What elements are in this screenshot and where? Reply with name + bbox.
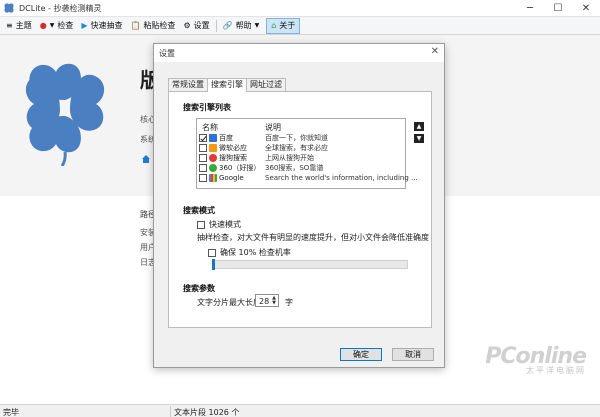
maximize-icon[interactable]: ☐ <box>544 0 572 17</box>
rate-slider-thumb[interactable] <box>212 259 215 270</box>
google-icon <box>209 174 217 182</box>
gear-icon: ⚙ <box>183 20 191 30</box>
app-icon <box>4 3 14 13</box>
window-title: DCLite - 抄袭检测精灵 <box>19 3 102 13</box>
play-icon: ▶ <box>81 20 88 30</box>
toolbar-separator <box>215 19 217 32</box>
toolbar: ≡ 主题 ● ▼ 检查 ▶ 快速抽查 📋 粘贴检查 ⚙ 设置 🔗 帮助 ▼ ⌂ … <box>0 17 600 35</box>
tab-general[interactable]: 常规设置 <box>168 78 208 91</box>
engine-checkbox[interactable] <box>199 174 207 182</box>
fast-mode-box[interactable] <box>197 220 205 229</box>
search-params-heading: 搜索参数 <box>183 284 215 293</box>
engine-checkbox[interactable] <box>199 164 207 172</box>
col-name-header: 名称 <box>202 123 218 132</box>
engine-row-360[interactable]: 360（好搜） 360搜索，SO靠谱 <box>199 163 403 173</box>
status-bar: 完毕 文本片段 1026 个 <box>0 404 600 417</box>
minimize-icon[interactable]: ─ <box>516 0 544 17</box>
settings-dialog: 设置 ✕ 常规设置 搜索引擎 网址过滤 搜索引擎列表 名称 说明 百度 百度一下… <box>153 43 445 368</box>
engine-desc: 上网从搜狗开始 <box>265 154 314 162</box>
record-icon: ● <box>39 20 47 30</box>
dialog-title-bar: 设置 ✕ <box>154 44 444 62</box>
menu-icon: ≡ <box>6 20 13 30</box>
engine-desc: Search the world's information, includin… <box>265 174 418 182</box>
ensure-rate-checkbox[interactable]: 确保 10% 检查机率 <box>208 247 291 258</box>
engine-checkbox[interactable] <box>199 134 207 142</box>
dropdown-icon[interactable]: ▼ <box>50 22 55 30</box>
ensure-rate-label: 确保 10% 检查机率 <box>220 248 291 257</box>
check-label: 检查 <box>57 21 74 30</box>
spin-arrows-icon[interactable]: ▲ ▼ <box>271 296 277 306</box>
status-separator <box>170 406 171 417</box>
check-button[interactable]: ● ▼ 检查 <box>36 18 78 34</box>
cancel-button[interactable]: 取消 <box>392 348 434 361</box>
close-icon[interactable]: ✕ <box>431 46 439 57</box>
fragment-length-label: 文字分片最大长度 <box>197 298 261 307</box>
col-desc-header: 说明 <box>265 123 281 132</box>
link-icon: 🔗 <box>222 20 233 30</box>
fragment-count: 文本片段 1026 个 <box>174 408 240 417</box>
engine-row-sogou[interactable]: 搜狗搜索 上网从搜狗开始 <box>199 153 403 163</box>
fragment-length-stepper[interactable]: 28 ▲ ▼ <box>255 294 279 307</box>
clipboard-icon: 📋 <box>130 20 141 30</box>
fast-mode-note: 抽样检查，对大文件有明显的速度提升，但对小文件会降低准确度 <box>197 233 429 242</box>
search-mode-heading: 搜索模式 <box>183 206 215 215</box>
baidu-icon <box>209 134 217 142</box>
status-text: 完毕 <box>3 408 19 417</box>
fast-mode-label: 快速模式 <box>209 220 241 229</box>
sogou-icon <box>209 154 217 162</box>
tab-url-filter[interactable]: 网址过滤 <box>246 78 286 91</box>
fragment-length-unit: 字 <box>285 298 293 307</box>
engine-row-google[interactable]: Google Search the world's information, i… <box>199 173 418 183</box>
settings-tabs: 常规设置 搜索引擎 网址过滤 <box>168 78 286 92</box>
paste-check-button[interactable]: 📋 粘贴检查 <box>126 18 179 34</box>
title-bar: DCLite - 抄袭检测精灵 ─ ☐ ✕ <box>0 0 600 17</box>
home-icon[interactable] <box>141 154 151 164</box>
search-engine-panel: 搜索引擎列表 名称 说明 百度 百度一下，你就知道 微软必应 全球搜索，有求必应… <box>168 91 432 328</box>
fast-mode-checkbox[interactable]: 快速模式 <box>197 219 241 230</box>
move-up-button[interactable]: ▲ <box>414 122 424 131</box>
quick-check-label: 快速抽查 <box>90 21 123 30</box>
about-button[interactable]: ⌂ 关于 <box>266 17 301 34</box>
help-button[interactable]: 🔗 帮助 ▼ <box>219 18 267 34</box>
engine-desc: 百度一下，你就知道 <box>265 134 328 142</box>
ok-button[interactable]: 确定 <box>340 348 382 361</box>
settings-button[interactable]: ⚙ 设置 <box>179 18 213 34</box>
360-icon <box>209 164 217 172</box>
engine-desc: 全球搜索，有求必应 <box>265 144 328 152</box>
tab-search-engines[interactable]: 搜索引擎 <box>207 78 247 92</box>
help-label: 帮助 <box>235 21 252 30</box>
engine-checkbox[interactable] <box>199 154 207 162</box>
engine-checkbox[interactable] <box>199 144 207 152</box>
move-down-button[interactable]: ▼ <box>414 134 424 143</box>
ensure-rate-box[interactable] <box>208 248 216 257</box>
dialog-title: 设置 <box>159 49 175 58</box>
bing-icon <box>209 144 217 152</box>
dropdown-icon[interactable]: ▼ <box>255 22 260 30</box>
paste-check-label: 粘贴检查 <box>143 21 176 30</box>
home-icon: ⌂ <box>271 20 277 30</box>
engine-row-baidu[interactable]: 百度 百度一下，你就知道 <box>199 133 403 143</box>
close-icon[interactable]: ✕ <box>572 0 600 17</box>
engine-row-bing[interactable]: 微软必应 全球搜索，有求必应 <box>199 143 403 153</box>
quick-check-button[interactable]: ▶ 快速抽查 <box>77 18 126 34</box>
engine-list[interactable]: 名称 说明 百度 百度一下，你就知道 微软必应 全球搜索，有求必应 搜狗搜索 上… <box>196 118 418 189</box>
theme-label: 主题 <box>15 21 32 30</box>
engine-desc: 360搜索，SO靠谱 <box>265 164 324 172</box>
rate-slider-track[interactable] <box>212 260 408 269</box>
about-label: 关于 <box>279 21 296 30</box>
theme-button[interactable]: ≡ 主题 <box>2 18 36 34</box>
fragment-length-value[interactable]: 28 <box>259 297 269 306</box>
clover-logo-icon <box>25 63 105 166</box>
engine-list-heading: 搜索引擎列表 <box>183 103 231 112</box>
settings-label: 设置 <box>193 21 210 30</box>
watermark: PConline 太平洋电脑网 <box>485 344 587 376</box>
